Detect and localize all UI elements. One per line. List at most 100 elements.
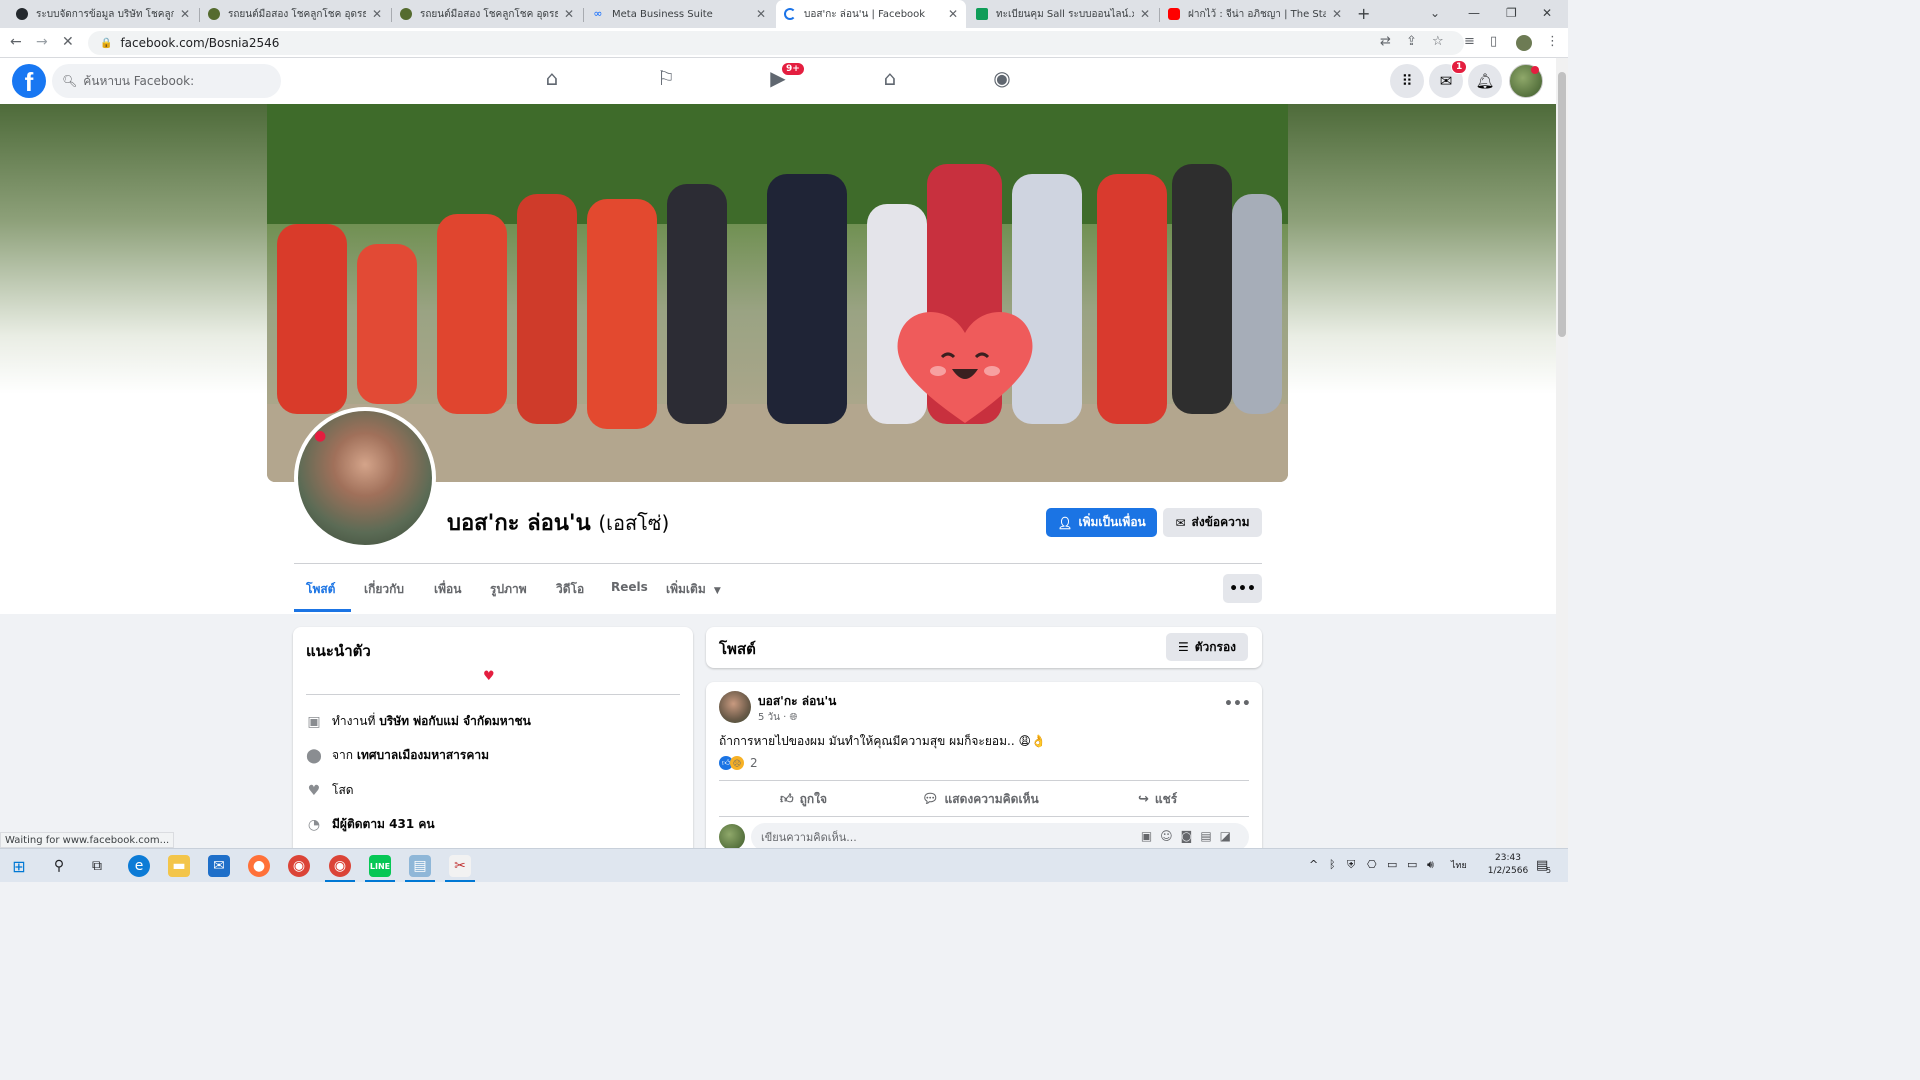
- menu-grid-icon[interactable]: ⠿: [1390, 64, 1424, 98]
- line-app-icon[interactable]: LINE: [369, 855, 391, 877]
- lock-icon[interactable]: 🔒: [100, 38, 112, 49]
- commenter-avatar[interactable]: [719, 824, 745, 850]
- profile-more-options-button[interactable]: •••: [1223, 574, 1262, 603]
- snipping-tool-icon[interactable]: ✂: [449, 855, 471, 877]
- close-tab-icon[interactable]: ✕: [756, 7, 766, 21]
- browser-tab-active[interactable]: บอส'กะ ล่อน'น | Facebook ✕: [776, 0, 966, 28]
- comment-attach-icons[interactable]: ▣☺◙▤◪: [1141, 829, 1239, 843]
- post-timestamp[interactable]: 5 วัน · 🌐︎: [758, 710, 798, 725]
- browser-tab[interactable]: ทะเบียนคุม Sall ระบบออนไลน์.xlsx - ✕: [968, 0, 1158, 28]
- close-tab-icon[interactable]: ✕: [948, 7, 958, 21]
- tab-friends[interactable]: เพื่อน: [434, 580, 461, 599]
- like-button[interactable]: 👍︎ ถูกใจ: [780, 790, 827, 809]
- back-icon[interactable]: ←: [10, 34, 22, 50]
- facebook-search-input[interactable]: 🔍︎ ค้นหาบน Facebook:: [52, 64, 281, 98]
- share-icon[interactable]: ⇪: [1406, 34, 1417, 49]
- maximize-icon[interactable]: ❐: [1506, 6, 1517, 20]
- from-place-link[interactable]: เทศบาลเมืองมหาสารคาม: [357, 746, 489, 765]
- new-tab-icon[interactable]: +: [1357, 4, 1370, 23]
- forward-icon[interactable]: →: [36, 34, 48, 50]
- translate-icon[interactable]: ⇄: [1380, 34, 1391, 49]
- bluetooth-icon[interactable]: ᛒ: [1329, 858, 1336, 871]
- add-friend-button[interactable]: 👤︎ เพิ่มเป็นเพื่อน: [1046, 508, 1157, 537]
- sad-reaction-icon: ☹: [730, 756, 744, 770]
- post-author-name[interactable]: บอส'กะ ล่อน'น: [758, 692, 836, 711]
- side-panel-icon[interactable]: ▯: [1490, 34, 1497, 49]
- browser-menu-icon[interactable]: ⋮: [1546, 34, 1559, 49]
- windows-start-icon[interactable]: ⊞: [8, 855, 30, 877]
- briefcase-icon: ▣: [307, 713, 321, 730]
- close-tab-icon[interactable]: ✕: [180, 7, 190, 21]
- scrollbar-thumb[interactable]: [1558, 72, 1566, 337]
- windows-taskbar: ⊞ ⚲ ⧉ e ▬ ✉ ● ◉ ◉ LINE ▤ ✂ ^ ᛒ ⛨ ⎔ ▭ ▭ 🔊…: [0, 848, 1568, 882]
- home-icon[interactable]: ⌂: [536, 66, 568, 96]
- usb-icon[interactable]: ⎔: [1367, 858, 1377, 871]
- marketplace-icon[interactable]: ⌂: [874, 66, 906, 96]
- search-icon[interactable]: ⚲: [48, 855, 70, 877]
- profile-avatar-icon[interactable]: [1516, 35, 1532, 51]
- file-explorer-icon[interactable]: ▬: [168, 855, 190, 877]
- send-message-button[interactable]: ✉ ส่งข้อความ: [1163, 508, 1262, 537]
- bookmark-star-icon[interactable]: ☆: [1432, 34, 1444, 49]
- network-icon[interactable]: ▭: [1407, 858, 1417, 871]
- comment-input[interactable]: เขียนความคิดเห็น... ▣☺◙▤◪: [751, 823, 1249, 851]
- comment-placeholder: เขียนความคิดเห็น...: [761, 831, 857, 844]
- tab-about[interactable]: เกี่ยวกับ: [364, 580, 404, 599]
- tab-photos[interactable]: รูปภาพ: [490, 580, 527, 599]
- tab-videos[interactable]: วิดีโอ: [556, 580, 584, 599]
- github-icon: [16, 8, 28, 20]
- location-pin-icon: ⬤: [306, 747, 322, 764]
- post-author-avatar[interactable]: [719, 691, 751, 723]
- browser-tab[interactable]: ∞ Meta Business Suite ✕: [584, 0, 774, 28]
- security-shield-icon[interactable]: ⛨: [1347, 858, 1355, 872]
- cover-photo[interactable]: [267, 104, 1288, 482]
- chrome-profile-icon[interactable]: ◉: [329, 855, 351, 877]
- post-more-options-icon[interactable]: •••: [1224, 696, 1251, 712]
- browser-tab[interactable]: รถยนต์มือสอง โชคลูกโชค อุดรธานี ✕: [392, 0, 582, 28]
- volume-icon[interactable]: 🔊︎: [1427, 858, 1434, 872]
- sheets-icon: [976, 8, 988, 20]
- browser-tab[interactable]: ฝากไว้ : จีน่า อภิชญา | The Star ค้นฯ ✕: [1160, 0, 1350, 28]
- tab-more[interactable]: เพิ่มเติม ▼: [666, 580, 721, 599]
- chrome-icon[interactable]: ◉: [288, 855, 310, 877]
- work-place-link[interactable]: บริษัท พ่อกับแม่ จำกัดมหาชน: [379, 712, 531, 731]
- intro-bio: ♥: [483, 669, 495, 684]
- app-window-icon[interactable]: ▤: [409, 855, 431, 877]
- task-view-icon[interactable]: ⧉: [86, 855, 108, 877]
- tab-title: ทะเบียนคุม Sall ระบบออนไลน์.xlsx -: [996, 8, 1134, 20]
- firefox-icon[interactable]: ●: [248, 855, 270, 877]
- url-bar[interactable]: 🔒 facebook.com/Bosnia2546: [88, 31, 1464, 55]
- stop-loading-icon[interactable]: ✕: [62, 34, 74, 50]
- groups-icon[interactable]: ◉: [986, 66, 1018, 96]
- filter-button[interactable]: ☰ ตัวกรอง: [1166, 633, 1248, 661]
- minimize-icon[interactable]: —: [1468, 6, 1480, 20]
- tab-title: ระบบจัดการข้อมูล บริษัท โชคลูกโชค: [36, 8, 174, 20]
- tab-posts[interactable]: โพสต์: [306, 580, 335, 599]
- display-icon[interactable]: ▭: [1387, 858, 1397, 871]
- facebook-logo-icon[interactable]: f: [12, 64, 46, 98]
- close-tab-icon[interactable]: ✕: [1140, 7, 1150, 21]
- notifications-bell-icon[interactable]: 🔔︎: [1468, 64, 1502, 98]
- share-button[interactable]: ↪ แชร์: [1138, 790, 1177, 809]
- followers-count[interactable]: มีผู้ติดตาม 431 คน: [332, 815, 435, 834]
- tray-overflow-icon[interactable]: ^: [1309, 858, 1318, 871]
- tab-reels[interactable]: Reels: [611, 580, 648, 594]
- mail-icon[interactable]: ✉: [208, 855, 230, 877]
- site-icon: [208, 8, 220, 20]
- close-tab-icon[interactable]: ✕: [564, 7, 574, 21]
- input-language[interactable]: ไทย: [1451, 858, 1467, 872]
- comment-button[interactable]: 💬︎ แสดงความคิดเห็น: [922, 790, 1039, 809]
- close-tab-icon[interactable]: ✕: [372, 7, 382, 21]
- tab-title: บอส'กะ ล่อน'น | Facebook: [804, 8, 926, 20]
- close-tab-icon[interactable]: ✕: [1332, 7, 1342, 21]
- profile-divider: [294, 563, 1262, 564]
- system-clock[interactable]: 23:43 1/2/2566: [1478, 852, 1538, 878]
- edge-browser-icon[interactable]: e: [128, 855, 150, 877]
- browser-tab[interactable]: รถยนต์มือสอง โชคลูกโชค อุดรธานี ✕: [200, 0, 390, 28]
- pages-flag-icon[interactable]: ⚐: [650, 66, 682, 96]
- reading-list-icon[interactable]: ≡: [1464, 34, 1475, 49]
- post-reactions[interactable]: 👍︎ ☹ 2: [719, 756, 758, 770]
- close-window-icon[interactable]: ✕: [1542, 6, 1552, 20]
- browser-tab[interactable]: ระบบจัดการข้อมูล บริษัท โชคลูกโชค ✕: [8, 0, 198, 28]
- tab-search-icon[interactable]: ⌄: [1430, 6, 1440, 20]
